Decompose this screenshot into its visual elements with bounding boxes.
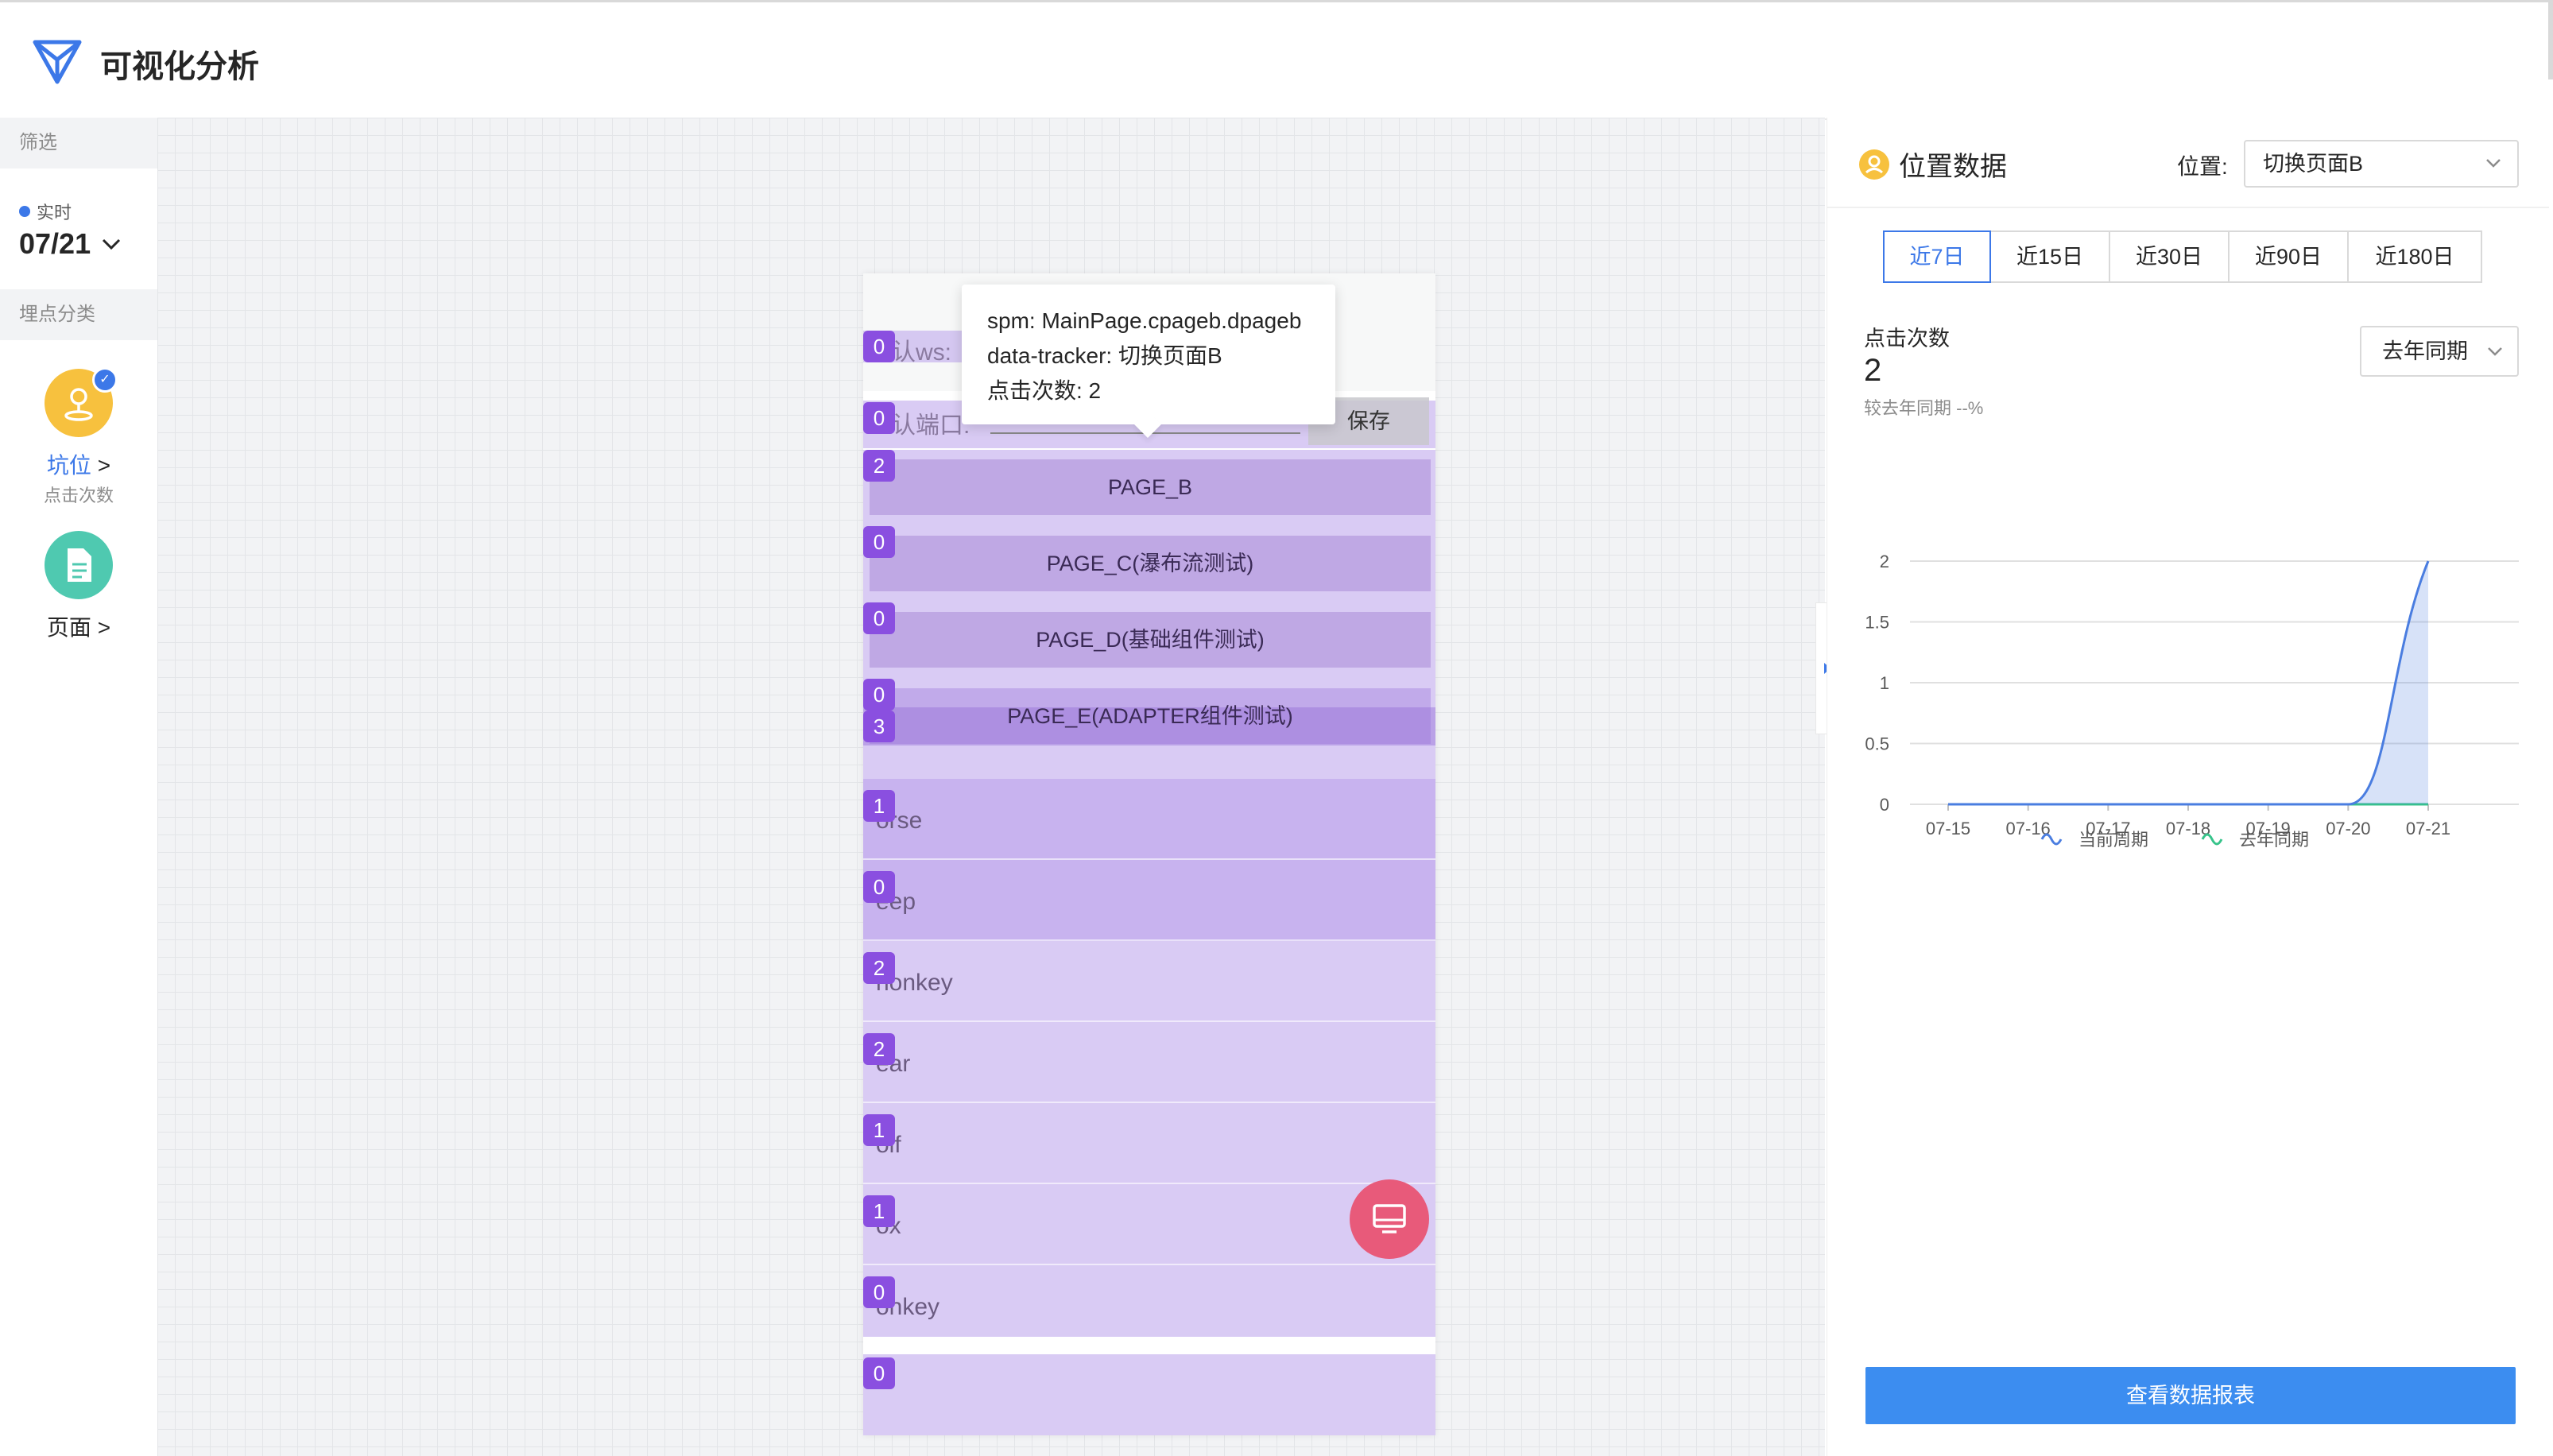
document-icon — [45, 531, 113, 599]
click-count-badge: 1 — [863, 1195, 895, 1227]
list-item[interactable]: nonkey 2 — [863, 941, 1435, 1022]
category-spot-arrow: > — [97, 453, 111, 478]
realtime-label: 实时 — [37, 203, 72, 223]
position-label: 位置: — [2177, 154, 2228, 179]
app-title: 可视化分析 — [100, 49, 259, 84]
x-tick-label: 07-15 — [1926, 819, 1970, 838]
monitor-fab-button[interactable] — [1350, 1179, 1429, 1259]
click-count-badge: 0 — [863, 679, 895, 711]
y-tick-label: 0 — [1880, 795, 1889, 815]
tab-7d[interactable]: 近7日 — [1883, 230, 1991, 283]
list-item[interactable]: eep 0 — [863, 860, 1435, 941]
page-c-button[interactable]: PAGE_C(瀑布流测试) — [870, 536, 1431, 591]
legend-label: 当前周期 — [2078, 830, 2148, 850]
realtime-dot-icon — [19, 206, 30, 217]
click-count-badge: 0 — [863, 331, 895, 362]
page-b-button[interactable]: PAGE_B — [870, 459, 1431, 515]
tab-180d[interactable]: 近180日 — [2347, 230, 2482, 283]
realtime-indicator: 实时 — [19, 199, 72, 224]
panel-header: 位置数据 位置: 切换页面B — [1827, 118, 2549, 208]
y-tick-label: 2 — [1880, 552, 1889, 571]
click-count-badge: 1 — [863, 1114, 895, 1146]
user-location-icon — [1859, 149, 1889, 180]
tooltip-clicks: 点击次数: 2 — [987, 378, 1102, 403]
tab-90d[interactable]: 近90日 — [2228, 230, 2349, 283]
category-page-arrow: > — [97, 615, 111, 640]
canvas-area: 认ws: 0 认端口: 保存 0 PAGE_B 2 PAGE_C(瀑布流测试) … — [157, 118, 1825, 1456]
port-label: 认端口: — [892, 412, 970, 439]
click-count-badge: 2 — [863, 450, 895, 482]
y-tick-label: 1 — [1880, 673, 1889, 693]
legend-label: 去年同期 — [2239, 830, 2309, 850]
category-section-title: 埋点分类 — [0, 289, 157, 340]
list-item[interactable]: olf1 — [863, 1103, 1435, 1184]
compare-select-value: 去年同期 — [2382, 339, 2468, 363]
click-count-badge: 1 — [863, 790, 895, 822]
click-count-badge: 0 — [863, 602, 895, 634]
click-count-badge: 2 — [863, 1033, 895, 1065]
date-value: 07/21 — [19, 227, 91, 260]
window-edge — [2548, 0, 2553, 79]
category-spot-label: 坑位 — [46, 453, 91, 478]
legend-swatch — [2040, 833, 2063, 846]
phone-preview: 认ws: 0 认端口: 保存 0 PAGE_B 2 PAGE_C(瀑布流测试) … — [863, 273, 1435, 1435]
click-count-badge: 3 — [863, 711, 895, 742]
click-count-badge: 0 — [863, 871, 895, 903]
tab-30d[interactable]: 近30日 — [2109, 230, 2230, 283]
legend-swatch — [2201, 833, 2223, 846]
clicks-chart: 00.511.5207-15 07-16 07-17 07-18 07-19 07-20 0… — [1865, 552, 2519, 850]
click-count-badge: 2 — [863, 952, 895, 984]
list-item[interactable]: ear2 — [863, 1022, 1435, 1103]
view-report-button[interactable]: 查看数据报表 — [1865, 1367, 2516, 1424]
overlay-bottom[interactable] — [863, 1354, 1435, 1435]
monitor-icon — [1373, 1204, 1406, 1233]
metric-label: 点击次数 — [1864, 327, 1950, 350]
x-tick-label: 07-21 — [2406, 819, 2450, 838]
chevron-down-icon — [2486, 159, 2501, 168]
tab-15d[interactable]: 近15日 — [1989, 230, 2110, 283]
selected-check-icon: ✓ — [92, 367, 118, 393]
category-page-label: 页面 — [46, 615, 91, 640]
position-select[interactable]: 切换页面B — [2244, 140, 2519, 188]
element-tooltip: spm: MainPage.cpageb.dpageb data-tracker… — [962, 285, 1335, 424]
metric-value: 2 — [1864, 353, 1882, 388]
click-count-badge: 0 — [863, 1276, 895, 1308]
compare-select[interactable]: 去年同期 — [2360, 326, 2519, 377]
data-panel: 位置数据 位置: 切换页面B 近7日 近15日 近30日 近90日 近180日 … — [1827, 118, 2549, 1456]
position-select-value: 切换页面B — [2263, 152, 2364, 176]
top-bar: 可视化分析 — [0, 0, 2548, 120]
metric-comparison: 较去年同期 --% — [1864, 398, 1984, 418]
ws-label: 认ws: — [892, 339, 951, 366]
page-e-button[interactable]: PAGE_E(ADAPTER组件测试) — [870, 688, 1431, 744]
category-spot-sub: 点击次数 — [43, 486, 114, 505]
category-page[interactable]: 页面 > — [0, 531, 157, 642]
page-d-button[interactable]: PAGE_D(基础组件测试) — [870, 612, 1431, 668]
tooltip-spm: spm: MainPage.cpageb.dpageb — [987, 308, 1302, 333]
list-item[interactable]: orse 1 — [863, 779, 1435, 860]
chevron-down-icon — [103, 238, 121, 250]
date-selector[interactable]: 07/21 — [19, 227, 121, 261]
logo-icon — [33, 40, 82, 84]
filter-section-title: 筛选 — [0, 118, 157, 168]
list-item[interactable]: onkey 0 — [863, 1265, 1435, 1346]
location-pin-icon: ✓ — [45, 367, 118, 437]
y-tick-label: 1.5 — [1865, 613, 1889, 633]
x-tick-label: 07-20 — [2326, 819, 2370, 838]
sidebar: 筛选 实时 07/21 埋点分类 ✓ 坑位 > 点击次数 页面 > — [0, 118, 158, 1456]
click-count-badge: 0 — [863, 526, 895, 558]
chevron-down-icon — [2488, 347, 2502, 356]
tooltip-tracker: data-tracker: 切换页面B — [987, 343, 1222, 368]
category-spot[interactable]: ✓ 坑位 > 点击次数 — [0, 367, 157, 507]
y-tick-label: 0.5 — [1865, 734, 1889, 754]
panel-title: 位置数据 — [1899, 152, 2007, 182]
click-count-badge: 0 — [863, 402, 895, 434]
range-tabs: 近7日 近15日 近30日 近90日 近180日 — [1883, 230, 2482, 283]
click-count-badge: 0 — [863, 1357, 895, 1389]
